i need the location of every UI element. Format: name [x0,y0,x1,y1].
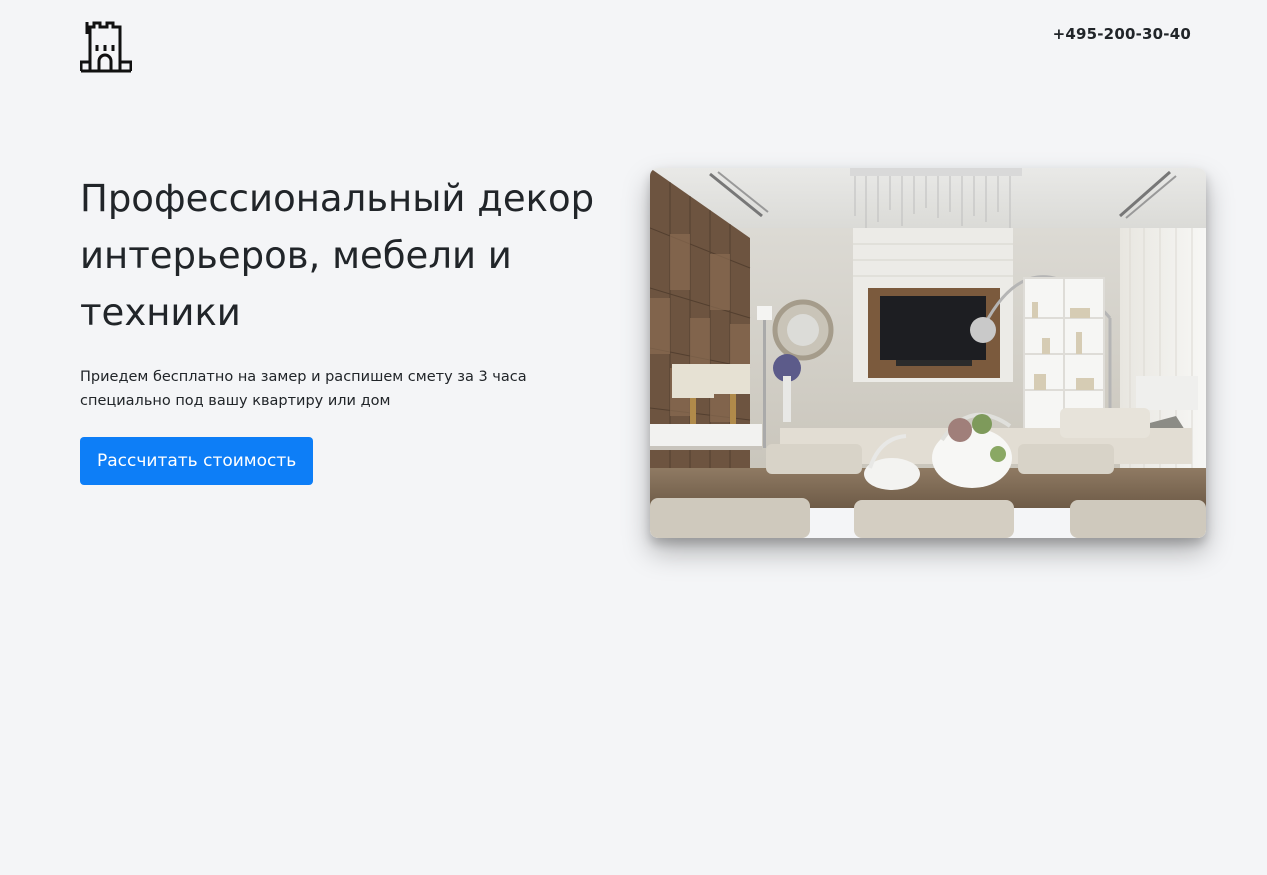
site-header: +495-200-30-40 [79,20,1191,74]
calculate-cost-button[interactable]: Рассчитать стоимость [80,437,314,485]
hero-section: Профессиональный декор интерьеров, мебел… [80,170,620,485]
interior-photo [650,168,1206,538]
castle-icon[interactable] [79,20,133,74]
hero-title: Профессиональный декор интерьеров, мебел… [80,177,595,334]
landing-page: +495-200-30-40 Профессиональный декор ин… [0,0,1267,875]
phone-link[interactable]: +495-200-30-40 [1053,25,1191,43]
hero-subtitle: Приедем бесплатно на замер и распишем см… [80,369,527,409]
